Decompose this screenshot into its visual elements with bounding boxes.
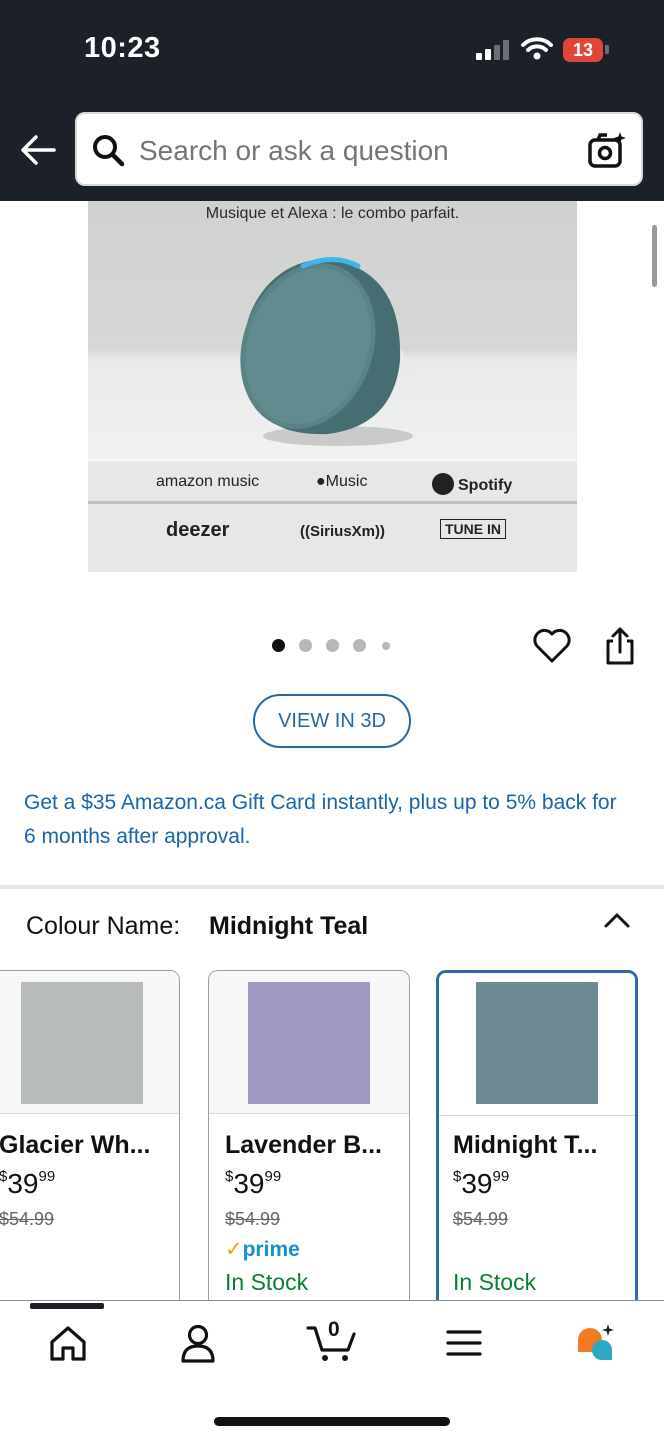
- amazon-music-logo: amazon music: [156, 473, 260, 490]
- prime-badge: ✓prime: [225, 1237, 300, 1262]
- cellular-signal-icon: [476, 40, 509, 60]
- variant-swatch-area: [209, 971, 409, 1114]
- heart-icon[interactable]: [533, 628, 571, 664]
- variant-card-lavender[interactable]: Lavender B... $3999 $54.99 ✓prime In Sto…: [208, 970, 410, 1330]
- pager-dot-active[interactable]: [272, 639, 285, 652]
- battery-tip: [605, 45, 609, 54]
- variant-list-price: $54.99: [453, 1209, 509, 1229]
- variant-price: $3999: [225, 1168, 281, 1200]
- variant-list-price: $54.99: [0, 1209, 55, 1229]
- image-pager-dots[interactable]: [270, 639, 400, 655]
- home-icon[interactable]: [46, 1322, 90, 1364]
- variant-card-midnight-teal[interactable]: Midnight T... $3999 $54.99 In Stock: [436, 970, 638, 1330]
- cart-button[interactable]: 0: [306, 1318, 358, 1364]
- back-arrow-icon[interactable]: [18, 130, 58, 170]
- variant-card-glacier-white[interactable]: Glacier Wh... $3999 $54.99: [0, 970, 180, 1330]
- search-icon: [93, 135, 125, 167]
- apple-music-label: Music: [325, 473, 368, 490]
- home-indicator[interactable]: [214, 1417, 450, 1426]
- prime-label: prime: [242, 1238, 300, 1261]
- spotify-label: Spotify: [458, 477, 513, 494]
- pager-dot[interactable]: [353, 639, 366, 652]
- rufus-assistant-icon[interactable]: [574, 1322, 618, 1364]
- apple-music-logo: ●Music: [316, 473, 367, 491]
- echo-pop-speaker-graphic: [240, 257, 413, 446]
- variant-name: Lavender B...: [225, 1131, 382, 1159]
- prime-check-icon: ✓: [225, 1238, 243, 1261]
- variant-swatch-area: [0, 971, 179, 1114]
- search-bar[interactable]: [75, 112, 643, 186]
- menu-icon[interactable]: [442, 1322, 486, 1364]
- cart-count: 0: [328, 1318, 340, 1341]
- pager-dot[interactable]: [382, 642, 390, 650]
- variant-price: $3999: [453, 1168, 509, 1200]
- spotify-icon: [432, 473, 454, 495]
- spotify-logo: Spotify: [432, 473, 512, 495]
- pager-dot[interactable]: [326, 639, 339, 652]
- variant-color-swatch: [476, 982, 598, 1104]
- camera-search-icon[interactable]: [587, 130, 627, 170]
- variant-name: Glacier Wh...: [0, 1131, 151, 1159]
- account-icon[interactable]: [176, 1322, 220, 1364]
- section-divider: [0, 885, 664, 889]
- chevron-up-icon[interactable]: [603, 908, 631, 932]
- wifi-icon: [521, 37, 553, 60]
- colour-name-label: Colour Name:: [26, 912, 181, 940]
- image-caption: Musique et Alexa : le combo parfait.: [205, 205, 460, 222]
- app-header: 10:23 13: [0, 0, 664, 201]
- deezer-logo: deezer: [166, 519, 230, 541]
- variant-list-price: $54.99: [225, 1209, 281, 1229]
- price-whole: 39: [233, 1168, 265, 1199]
- price-whole: 39: [461, 1168, 493, 1199]
- price-fraction: 99: [38, 1168, 56, 1185]
- variant-name: Midnight T...: [453, 1131, 598, 1159]
- pager-dot[interactable]: [299, 639, 312, 652]
- tunein-logo: TUNE IN: [440, 519, 506, 539]
- price-whole: 39: [7, 1168, 39, 1199]
- product-image[interactable]: Musique et Alexa : le combo parfait. ama…: [88, 201, 577, 572]
- variant-stock-status: In Stock: [225, 1269, 309, 1295]
- view-in-3d-button[interactable]: VIEW IN 3D: [253, 694, 411, 748]
- apple-icon: ●: [316, 473, 326, 490]
- variant-price: $3999: [0, 1168, 55, 1200]
- variant-color-swatch: [248, 982, 370, 1104]
- variant-stock-status: In Stock: [453, 1269, 537, 1295]
- price-fraction: 99: [264, 1168, 282, 1185]
- page-scrollbar[interactable]: [652, 225, 657, 287]
- shelf-line: [88, 501, 577, 504]
- variant-swatch-area: [439, 973, 635, 1116]
- search-input[interactable]: [139, 133, 569, 169]
- gift-card-promo-link[interactable]: Get a $35 Amazon.ca Gift Card instantly,…: [24, 786, 634, 854]
- share-icon[interactable]: [603, 626, 637, 666]
- battery-indicator: 13: [563, 38, 603, 62]
- variant-color-swatch: [21, 982, 143, 1104]
- status-time: 10:23: [84, 32, 161, 64]
- siriusxm-logo: ((SiriusXm)): [300, 523, 386, 540]
- colour-name-value: Midnight Teal: [209, 912, 369, 940]
- active-tab-indicator: [30, 1303, 104, 1309]
- price-fraction: 99: [492, 1168, 510, 1185]
